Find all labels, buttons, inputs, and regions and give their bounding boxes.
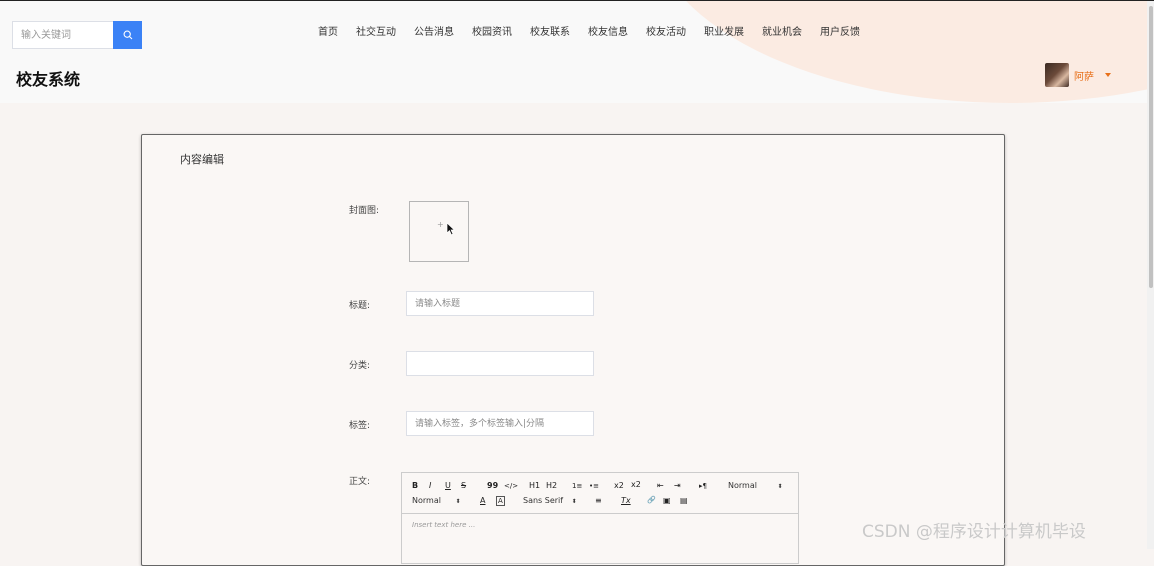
nav-item-home[interactable]: 首页	[318, 24, 338, 42]
clean-format-button[interactable]: Tx	[621, 496, 631, 506]
site-title: 校友系统	[16, 70, 81, 89]
font-select-value: Sans Serif	[523, 496, 564, 505]
outdent-button[interactable]: ⇤	[657, 481, 664, 491]
superscript-button[interactable]: x2	[631, 480, 641, 490]
nav-item-career[interactable]: 职业发展	[704, 24, 744, 42]
rich-text-editor: B I U S 99 </> H1 H2 1≡ •≡ x2 x2 ⇤ ⇥ ▸¶ …	[401, 472, 799, 564]
select-arrows-icon: ⬍	[455, 498, 461, 505]
search-input[interactable]	[12, 21, 122, 49]
nav-item-feedback[interactable]: 用户反馈	[820, 24, 860, 42]
indent-button[interactable]: ⇥	[674, 481, 681, 491]
title-input[interactable]	[406, 291, 594, 316]
h2-button[interactable]: H2	[546, 481, 557, 491]
header-select-value: Normal	[412, 496, 441, 505]
username[interactable]: 阿萨	[1074, 68, 1094, 83]
main-nav: 首页 社交互动 公告消息 校园资讯 校友联系 校友信息 校友活动 职业发展 就业…	[309, 24, 869, 42]
text-direction-button[interactable]: ▸¶	[699, 481, 707, 491]
nav-item-alumni-events[interactable]: 校友活动	[646, 24, 686, 42]
nav-item-alumni-contact[interactable]: 校友联系	[530, 24, 570, 42]
body-label: 正文:	[349, 477, 371, 487]
tags-input[interactable]	[406, 411, 594, 436]
underline-button[interactable]: U	[445, 481, 451, 491]
avatar[interactable]	[1045, 63, 1069, 87]
size-select[interactable]: Normal ⬍	[728, 481, 783, 492]
align-button[interactable]: ≡	[595, 496, 602, 506]
category-label: 分类:	[349, 361, 371, 371]
chevron-down-icon[interactable]	[1105, 73, 1111, 77]
ordered-list-button[interactable]: 1≡	[572, 481, 582, 491]
watermark: CSDN @程序设计计算机毕设	[862, 522, 1086, 542]
search-button[interactable]	[113, 21, 142, 49]
search-icon	[123, 30, 132, 40]
bold-button[interactable]: B	[412, 481, 418, 491]
plus-icon: +	[437, 220, 444, 229]
italic-button[interactable]: I	[429, 481, 431, 491]
user-menu[interactable]: 阿萨	[1045, 63, 1111, 87]
cover-upload[interactable]: +	[409, 201, 469, 262]
header-decoration	[650, 1, 1154, 103]
content-edit-card: 内容编辑 封面图: + 标题: 分类: 标签: 正文: B I U S 99 <…	[141, 134, 1005, 566]
size-select-value: Normal	[728, 481, 757, 490]
scrollbar-thumb[interactable]	[1149, 6, 1153, 288]
header-select[interactable]: Normal ⬍	[412, 496, 461, 507]
nav-item-social[interactable]: 社交互动	[356, 24, 396, 42]
video-button[interactable]: ▤	[680, 496, 688, 506]
blockquote-button[interactable]: 99	[487, 481, 498, 491]
select-arrows-icon: ⬍	[571, 498, 577, 505]
font-select[interactable]: Sans Serif ⬍	[523, 496, 577, 507]
section-title: 内容编辑	[180, 153, 224, 166]
text-color-button[interactable]: A	[480, 496, 485, 506]
title-label: 标题:	[349, 301, 371, 311]
subscript-button[interactable]: x2	[614, 481, 624, 491]
strike-button[interactable]: S	[461, 481, 466, 491]
image-button[interactable]: ▣	[663, 496, 671, 506]
search-box	[12, 21, 142, 49]
editor-toolbar: B I U S 99 </> H1 H2 1≡ •≡ x2 x2 ⇤ ⇥ ▸¶ …	[402, 473, 798, 514]
category-input[interactable]	[406, 351, 594, 376]
tags-label: 标签:	[349, 421, 371, 431]
cover-label: 封面图:	[349, 206, 380, 216]
h1-button[interactable]: H1	[529, 481, 540, 491]
editor-content-area[interactable]: Insert text here ...	[412, 521, 475, 529]
code-button[interactable]: </>	[504, 481, 518, 491]
site-header: 首页 社交互动 公告消息 校园资讯 校友联系 校友信息 校友活动 职业发展 就业…	[0, 1, 1154, 103]
background-color-button[interactable]: A	[496, 496, 505, 506]
mouse-cursor-icon	[446, 222, 456, 236]
nav-item-alumni-info[interactable]: 校友信息	[588, 24, 628, 42]
select-arrows-icon: ⬍	[777, 483, 783, 490]
nav-item-notices[interactable]: 公告消息	[414, 24, 454, 42]
link-button[interactable]: 🔗	[647, 495, 656, 505]
nav-item-campus-news[interactable]: 校园资讯	[472, 24, 512, 42]
nav-item-jobs[interactable]: 就业机会	[762, 24, 802, 42]
bullet-list-button[interactable]: •≡	[589, 481, 599, 491]
